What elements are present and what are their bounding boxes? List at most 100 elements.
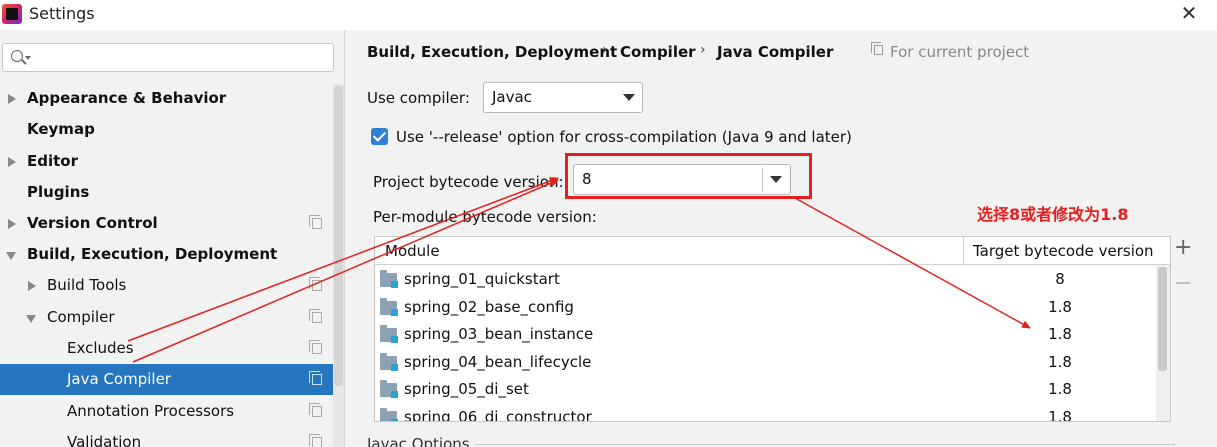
sidebar-item-label: Excludes	[67, 339, 134, 357]
chevron-down-icon[interactable]	[623, 94, 635, 101]
expand-arrow-icon[interactable]	[8, 157, 16, 167]
add-module-button[interactable]: +	[1174, 237, 1192, 259]
module-folder-icon	[380, 270, 398, 288]
table-scrollbar[interactable]	[1156, 265, 1170, 421]
expand-arrow-icon[interactable]	[8, 219, 16, 229]
module-name: spring_03_bean_instance	[404, 325, 594, 343]
sidebar-item-annotation-processors[interactable]: Annotation Processors	[0, 396, 332, 427]
section-divider	[475, 444, 1175, 445]
collapse-arrow-icon[interactable]	[6, 252, 16, 260]
remove-module-button[interactable]: −	[1174, 273, 1192, 295]
sidebar-item-appearance-behavior[interactable]: Appearance & Behavior	[0, 83, 332, 114]
project-scope-icon	[309, 403, 322, 417]
project-scope-icon	[309, 371, 322, 385]
sidebar-item-label: Compiler	[47, 308, 115, 326]
release-option-label: Use '--release' option for cross-compila…	[396, 128, 852, 146]
breadcrumb-separator: ›	[700, 42, 706, 58]
module-bytecode-table: Module Target bytecode version spring_01…	[374, 236, 1171, 422]
window-title: Settings	[29, 4, 95, 23]
annotation-text: 选择8或者修改为1.8	[977, 205, 1129, 224]
breadcrumb-java-compiler: Java Compiler	[717, 43, 834, 61]
sidebar-item-plugins[interactable]: Plugins	[0, 177, 332, 208]
use-compiler-value: Javac	[492, 88, 532, 106]
sidebar-item-label: Validation	[67, 433, 142, 447]
sidebar-item-label: Editor	[27, 152, 78, 170]
module-version[interactable]: 1.8	[1035, 380, 1085, 398]
project-scope-icon	[309, 434, 322, 447]
sidebar-item-label: Plugins	[27, 183, 90, 201]
sidebar-item-label: Java Compiler	[67, 370, 171, 388]
table-row[interactable]: spring_02_base_config 1.8	[375, 295, 1155, 323]
bytecode-version-label: Project bytecode version:	[373, 173, 564, 191]
breadcrumb-separator: ›	[602, 42, 608, 58]
sidebar-item-label: Appearance & Behavior	[27, 89, 227, 107]
column-header-module[interactable]: Module	[385, 242, 440, 260]
column-divider[interactable]	[963, 237, 964, 265]
sidebar-scrollbar-thumb[interactable]	[334, 86, 343, 386]
sidebar-item-build-execution-deployment[interactable]: Build, Execution, Deployment	[0, 239, 332, 270]
sidebar-item-label: Build Tools	[47, 276, 127, 294]
module-version[interactable]: 1.8	[1035, 353, 1085, 371]
table-scrollbar-thumb[interactable]	[1158, 267, 1167, 371]
chevron-down-icon[interactable]	[25, 56, 31, 60]
breadcrumb-build-execution-deployment: Build, Execution, Deployment	[367, 43, 618, 61]
expand-arrow-icon[interactable]	[8, 94, 16, 104]
sidebar-item-label: Build, Execution, Deployment	[27, 245, 278, 263]
table-row[interactable]: spring_03_bean_instance 1.8	[375, 322, 1155, 350]
sidebar-item-build-tools[interactable]: Build Tools	[0, 270, 332, 301]
search-icon	[11, 50, 23, 62]
sidebar-item-validation[interactable]: Validation	[0, 427, 332, 447]
javac-options-section-title: Javac Options	[367, 435, 470, 447]
sidebar-item-java-compiler[interactable]: Java Compiler	[0, 364, 344, 395]
release-option-checkbox[interactable]	[371, 128, 388, 145]
use-compiler-select[interactable]: Javac	[483, 82, 643, 113]
module-version[interactable]: 1.8	[1035, 325, 1085, 343]
project-scope-icon	[871, 42, 883, 55]
per-module-label: Per-module bytecode version:	[373, 208, 597, 226]
project-scope-icon	[309, 277, 322, 291]
module-folder-icon	[380, 352, 398, 371]
module-version[interactable]: 1.8	[1035, 408, 1085, 422]
module-name: spring_06_di_constructor	[404, 407, 592, 422]
sidebar-item-label: Version Control	[27, 214, 158, 232]
java-compiler-settings-panel: Build, Execution, Deployment › Compiler …	[344, 30, 1217, 447]
sidebar-item-excludes[interactable]: Excludes	[0, 333, 332, 364]
sidebar-item-label: Keymap	[27, 120, 95, 138]
module-name: spring_04_bean_lifecycle	[404, 352, 592, 371]
module-version[interactable]: 8	[1035, 270, 1085, 288]
sidebar-item-version-control[interactable]: Version Control	[0, 208, 332, 239]
use-compiler-label: Use compiler:	[367, 89, 470, 107]
intellij-app-icon	[2, 4, 22, 24]
module-folder-icon	[380, 325, 398, 343]
sidebar-scrollbar[interactable]	[333, 84, 344, 447]
project-scope-icon	[309, 215, 322, 229]
project-scope-icon	[309, 340, 322, 354]
highlight-box	[565, 153, 812, 199]
module-folder-icon	[380, 297, 398, 316]
settings-sidebar: Appearance & Behavior Keymap Editor Plug…	[0, 30, 344, 447]
module-folder-icon	[380, 380, 398, 398]
project-scope-icon	[309, 309, 322, 323]
module-name: spring_02_base_config	[404, 297, 574, 316]
sidebar-item-keymap[interactable]: Keymap	[0, 114, 332, 145]
title-bar: Settings ✕	[0, 0, 1217, 30]
collapse-arrow-icon[interactable]	[26, 315, 36, 323]
table-row[interactable]: spring_04_bean_lifecycle 1.8	[375, 350, 1155, 378]
table-row[interactable]: spring_01_quickstart 8	[375, 267, 1155, 295]
table-row[interactable]: spring_05_di_set 1.8	[375, 377, 1155, 405]
column-header-target-version[interactable]: Target bytecode version	[973, 242, 1154, 260]
breadcrumb-compiler: Compiler	[620, 43, 696, 61]
scope-label: For current project	[890, 43, 1030, 61]
module-name: spring_01_quickstart	[404, 270, 560, 288]
search-input[interactable]	[2, 43, 334, 72]
table-header: Module Target bytecode version	[375, 237, 1170, 265]
module-version[interactable]: 1.8	[1035, 298, 1085, 316]
expand-arrow-icon[interactable]	[28, 281, 36, 291]
sidebar-item-compiler[interactable]: Compiler	[0, 302, 332, 333]
module-folder-icon	[380, 407, 398, 421]
module-name: spring_05_di_set	[404, 380, 529, 398]
sidebar-item-label: Annotation Processors	[67, 402, 235, 420]
table-row[interactable]: spring_06_di_constructor 1.8	[375, 405, 1155, 422]
sidebar-item-editor[interactable]: Editor	[0, 146, 332, 177]
close-icon[interactable]: ✕	[1178, 2, 1200, 24]
